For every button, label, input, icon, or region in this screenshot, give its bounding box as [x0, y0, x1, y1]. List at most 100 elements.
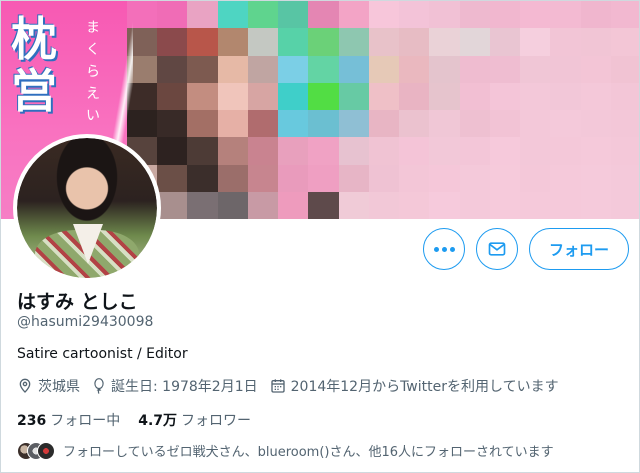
birthday-text: 誕生日: 1978年2月1日 [111, 379, 258, 395]
mosaic-tile [247, 164, 279, 192]
mosaic-tile [187, 1, 218, 29]
mosaic-tile [247, 137, 279, 165]
mosaic-tile [368, 164, 400, 192]
mosaic-tile [429, 28, 460, 56]
mosaic-tile [368, 1, 400, 29]
mail-icon [488, 242, 506, 256]
following-label[interactable]: フォロー中 [50, 410, 120, 430]
mosaic-tile [187, 137, 218, 165]
mosaic-tile [610, 1, 639, 29]
banner-title-char: 枕 [11, 12, 57, 66]
balloon-icon [94, 378, 104, 394]
mosaic-tile [399, 191, 430, 219]
mosaic-tile [520, 164, 551, 192]
mosaic-tile [278, 28, 309, 56]
follow-button[interactable]: フォロー [529, 228, 629, 270]
mosaic-tile [459, 164, 490, 192]
mosaic-tile [308, 137, 339, 165]
mosaic-tile [399, 82, 430, 110]
mosaic-tile [308, 1, 339, 29]
mosaic-tile [459, 137, 490, 165]
mosaic-tile [520, 55, 551, 83]
mosaic-tile [399, 28, 430, 56]
followed-by-text: フォローしているゼロ戦犬さん、blueroom()さん、他16人にフォローされて… [63, 445, 554, 460]
banner-ruby-char: え [86, 86, 100, 102]
profile-page: 枕 営 ま く ら え い フォロー はすみ としこ @hasumi294300… [0, 0, 640, 473]
mosaic-tile [429, 1, 460, 29]
followers-count[interactable]: 4.7万 [138, 410, 177, 430]
mosaic-tile [429, 82, 460, 110]
mosaic-tile [217, 137, 248, 165]
mosaic-tile [308, 191, 339, 219]
mosaic-tile [550, 82, 581, 110]
mosaic-tile [157, 28, 188, 56]
mosaic-tile [580, 28, 611, 56]
banner-ruby-char: ま [86, 20, 100, 36]
mosaic-tile [520, 191, 551, 219]
mosaic-tile [550, 1, 581, 29]
mosaic-tile [217, 28, 248, 56]
mosaic-tile [610, 82, 639, 110]
mosaic-tile [520, 110, 551, 138]
mosaic-tile [610, 137, 639, 165]
mosaic-tile [550, 164, 581, 192]
mosaic-tile [247, 55, 279, 83]
mosaic-tile [308, 82, 339, 110]
mosaic-tile [580, 82, 611, 110]
mosaic-tile [157, 82, 188, 110]
mosaic-tile [308, 110, 339, 138]
follower-avatar [37, 441, 55, 460]
mosaic-tile [187, 82, 218, 110]
message-button[interactable] [476, 228, 518, 270]
mosaic-tile [580, 55, 611, 83]
more-horizontal-icon [433, 246, 455, 252]
mosaic-tile [187, 55, 218, 83]
mosaic-tile [459, 110, 490, 138]
mosaic-tile [187, 164, 218, 192]
profile-bio: Satire cartoonist / Editor [17, 346, 188, 362]
mosaic-tile [278, 82, 309, 110]
mosaic-tile [520, 1, 551, 29]
mosaic-tile [368, 55, 400, 83]
mosaic-tile [338, 82, 369, 110]
followers-label[interactable]: フォロワー [181, 410, 251, 430]
mosaic-tile [459, 28, 490, 56]
mosaic-tile [157, 164, 188, 192]
banner-title: 枕 営 [7, 13, 61, 117]
follow-stats: 236 フォロー中 4.7万 フォロワー [17, 410, 269, 430]
mosaic-tile [550, 137, 581, 165]
mosaic-tile [187, 191, 218, 219]
following-count[interactable]: 236 [17, 413, 46, 429]
mosaic-tile [157, 1, 188, 29]
followed-by-row[interactable]: フォローしているゼロ戦犬さん、blueroom()さん、他16人にフォローされて… [17, 441, 554, 460]
more-button[interactable] [423, 228, 465, 270]
mosaic-tile [217, 82, 248, 110]
mosaic-tile [217, 110, 248, 138]
mosaic-tile [610, 28, 639, 56]
calendar-icon [270, 379, 285, 393]
mosaic-tile [489, 55, 521, 83]
mosaic-tile [429, 164, 460, 192]
mosaic-tile [489, 28, 521, 56]
mosaic-tile [247, 191, 279, 219]
mosaic-tile [278, 137, 309, 165]
mosaic-tile [217, 55, 248, 83]
mosaic-tile [338, 55, 369, 83]
mosaic-tile [399, 164, 430, 192]
banner-ruby-char: く [86, 42, 100, 58]
mosaic-tile [157, 55, 188, 83]
mosaic-tile [459, 55, 490, 83]
mosaic-tile [278, 191, 309, 219]
mosaic-tile [278, 55, 309, 83]
mosaic-tile [580, 164, 611, 192]
mosaic-tile [217, 191, 248, 219]
mosaic-tile [338, 164, 369, 192]
mosaic-tile [610, 164, 639, 192]
mosaic-tile [338, 191, 369, 219]
mosaic-tile [157, 191, 188, 219]
banner-mosaic-image [127, 1, 639, 219]
mosaic-tile [459, 82, 490, 110]
mosaic-tile [217, 164, 248, 192]
mosaic-tile [247, 1, 279, 29]
profile-avatar[interactable] [13, 134, 161, 282]
